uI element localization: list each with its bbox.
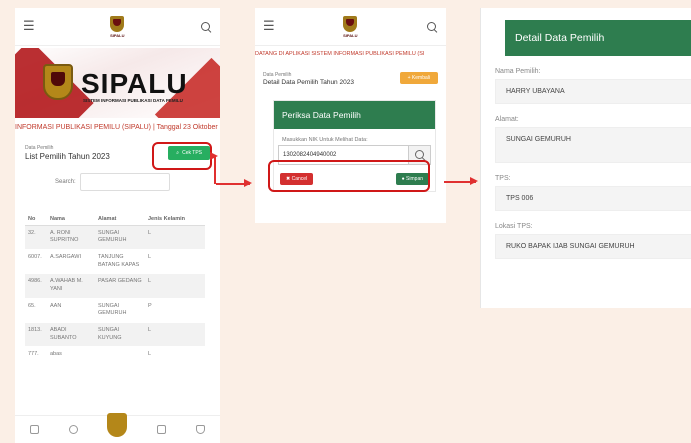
cell-jk: P	[145, 298, 205, 324]
alamat-label: Alamat:	[495, 116, 519, 123]
box-icon[interactable]	[29, 425, 39, 434]
home-logo-icon[interactable]	[107, 412, 128, 437]
info-shield-icon[interactable]	[196, 425, 206, 434]
top-bar: ☰ SIPALU	[255, 8, 446, 46]
card-title: Detail Data Pemilih Tahun 2023	[263, 79, 354, 86]
voter-detail-screen: Detail Data Pemilih Nama Pemilih: HARRY …	[480, 8, 691, 308]
cell-no: 1813.	[25, 322, 47, 348]
nama-label: Nama Pemilih:	[495, 68, 541, 75]
cell-jk: L	[145, 322, 205, 348]
app-logo: SIPALU	[110, 15, 125, 38]
cell-nama: ABADI SUBANTO	[47, 322, 95, 348]
logo-text: SIPALU	[110, 32, 125, 38]
table-row[interactable]: 6007. A.SARGAWI TANJUNG BATANG KAPAS L	[25, 249, 205, 275]
table-search-input[interactable]	[79, 173, 170, 191]
table-row[interactable]: 4986. A.WAHAB M. YANI PASAR GEDANG L	[25, 273, 205, 299]
alamat-field: SUNGAI GEMURUH	[495, 127, 691, 163]
cell-no: 777.	[25, 346, 47, 365]
cell-alamat: TANJUNG BATANG KAPAS	[95, 249, 145, 275]
col-alamat[interactable]: Alamat	[95, 199, 145, 226]
cell-alamat	[95, 346, 145, 365]
table-row[interactable]: 777. abas L	[25, 346, 205, 365]
cell-jk: L	[145, 273, 205, 299]
nik-input-highlight	[268, 160, 430, 192]
flow-arrow-1	[216, 180, 252, 186]
card-caption: Data Pemilih	[25, 145, 54, 151]
col-no[interactable]: No	[25, 199, 47, 226]
cell-no: 6007.	[25, 249, 47, 275]
cell-nama: A.WAHAB M. YANI	[47, 273, 95, 299]
nik-label: Masukkan NIK Untuk Melihat Data:	[282, 137, 368, 143]
cell-alamat: SUNGAI GEMURUH	[95, 298, 145, 324]
col-nama[interactable]: Nama	[47, 199, 95, 226]
detail-card: Data Pemilih Detail Data Pemilih Tahun 2…	[263, 72, 438, 86]
kembali-label: Kembali	[411, 75, 430, 81]
shield-icon	[110, 15, 125, 32]
lokasi-tps-field: RUKO BAPAK IJAB SUNGAI GEMURUH	[495, 234, 691, 259]
top-bar: ☰ SIPALU	[15, 8, 220, 46]
search-icon[interactable]	[426, 21, 438, 33]
table-row[interactable]: 32. A. RONI SUPRITNO SUNGAI GEMURUH L	[25, 225, 205, 250]
cell-no: 32.	[25, 225, 47, 250]
cell-jk: L	[145, 249, 205, 275]
menu-icon[interactable]: ☰	[263, 19, 275, 34]
news-ticker: DATANG DI APLIKASI SISTEM INFORMASI PUBL…	[255, 51, 425, 57]
search-label: Search:	[55, 179, 76, 185]
banner-title: SIPALU	[81, 68, 188, 99]
banner-subtitle: SISTEM INFORMASI PUBLIKASI DATA PEMILU	[83, 98, 183, 103]
hero-banner: SIPALU SISTEM INFORMASI PUBLIKASI DATA P…	[15, 48, 220, 118]
logo-text: SIPALU	[343, 32, 358, 38]
col-jenis-kelamin[interactable]: Jenis Kelamin	[145, 199, 205, 226]
cell-no: 4986.	[25, 273, 47, 299]
kembali-button[interactable]: + Kembali	[399, 72, 438, 84]
cell-nama: abas	[47, 346, 95, 365]
cell-nama: AAN	[47, 298, 95, 324]
cell-nama: A.SARGAWI	[47, 249, 95, 275]
detail-header: Detail Data Pemilih	[505, 20, 691, 56]
flow-arrow-1-stem	[210, 152, 217, 184]
lokasi-tps-label: Lokasi TPS:	[495, 223, 533, 230]
profile-card-icon[interactable]	[157, 425, 167, 434]
shield-icon	[343, 15, 358, 32]
search-icon[interactable]	[200, 21, 212, 33]
cell-alamat: SUNGAI KUYUNG	[95, 322, 145, 348]
banner-shield-icon	[43, 64, 73, 100]
bottom-nav	[15, 412, 220, 443]
tps-field: TPS 006	[495, 186, 691, 211]
table-row[interactable]: 65. AAN SUNGAI GEMURUH P	[25, 298, 205, 324]
modal-title: Periksa Data Pemilih	[274, 101, 435, 129]
cell-jk: L	[145, 225, 205, 250]
table-row[interactable]: 1813. ABADI SUBANTO SUNGAI KUYUNG L	[25, 322, 205, 348]
voter-list-screen: ☰ SIPALU SIPALU SISTEM INFORMASI PUBLIKA…	[15, 8, 220, 443]
menu-icon[interactable]: ☰	[23, 19, 35, 34]
voter-table: No Nama Alamat Jenis Kelamin 32. A. RONI…	[25, 199, 205, 365]
user-icon[interactable]	[68, 425, 78, 434]
tps-label: TPS:	[495, 175, 511, 182]
card-caption: Data Pemilih	[263, 72, 292, 78]
nama-field: HARRY UBAYANA	[495, 79, 691, 104]
cell-jk: L	[145, 346, 205, 365]
app-logo: SIPALU	[343, 15, 358, 38]
cell-alamat: SUNGAI GEMURUH	[95, 225, 145, 250]
cell-alamat: PASAR GEDANG	[95, 273, 145, 299]
card-title: List Pemilih Tahun 2023	[25, 152, 110, 161]
cek-tps-highlight	[152, 142, 212, 170]
cell-nama: A. RONI SUPRITNO	[47, 225, 95, 250]
table-search: Search:	[55, 173, 220, 191]
flow-arrow-2	[444, 178, 478, 184]
cell-no: 65.	[25, 298, 47, 324]
news-ticker: INFORMASI PUBLIKASI PEMILU (SIPALU) | Ta…	[15, 124, 218, 131]
